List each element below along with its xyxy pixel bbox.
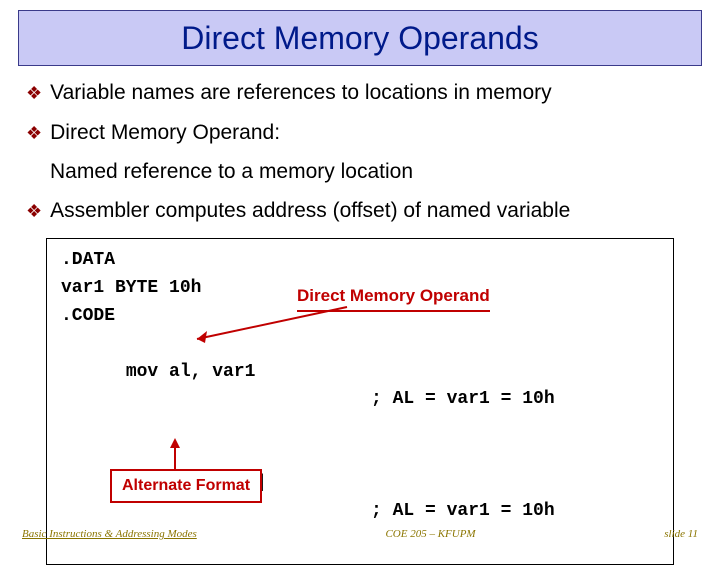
code-line: .DATA <box>61 247 659 275</box>
bullet-text: Variable names are references to locatio… <box>50 80 552 106</box>
direct-memory-operand-label: Direct Memory Operand <box>297 283 490 312</box>
footer-right: slide 11 <box>664 528 698 540</box>
footer-left: Basic Instructions & Addressing Modes <box>22 528 197 540</box>
code-line-wrap: mov al, var1 ; AL = var1 = 10h <box>61 331 659 443</box>
page-title: Direct Memory Operands <box>181 20 538 57</box>
diamond-bullet-icon: ❖ <box>26 80 42 106</box>
footer-center: COE 205 – KFUPM <box>385 528 475 540</box>
sub-bullet-text: Named reference to a memory location <box>50 160 694 184</box>
bullet-item: ❖ Variable names are references to locat… <box>26 80 694 106</box>
code-comment: ; AL = var1 = 10h <box>371 386 555 414</box>
bullet-item: ❖ Direct Memory Operand: <box>26 120 694 146</box>
bullet-item: ❖ Assembler computes address (offset) of… <box>26 198 694 224</box>
content-area: ❖ Variable names are references to locat… <box>0 66 720 565</box>
diamond-bullet-icon: ❖ <box>26 198 42 224</box>
diamond-bullet-icon: ❖ <box>26 120 42 146</box>
code-line: mov al, var1 <box>126 362 256 382</box>
bullet-text: Assembler computes address (offset) of n… <box>50 198 570 224</box>
footer: Basic Instructions & Addressing Modes CO… <box>0 528 720 540</box>
alternate-format-label: Alternate Format <box>110 469 262 503</box>
title-bar: Direct Memory Operands <box>18 10 702 66</box>
code-box: .DATA var1 BYTE 10h .CODE mov al, var1 ;… <box>46 238 674 565</box>
code-comment: ; AL = var1 = 10h <box>371 498 555 526</box>
bullet-text: Direct Memory Operand: <box>50 120 280 146</box>
